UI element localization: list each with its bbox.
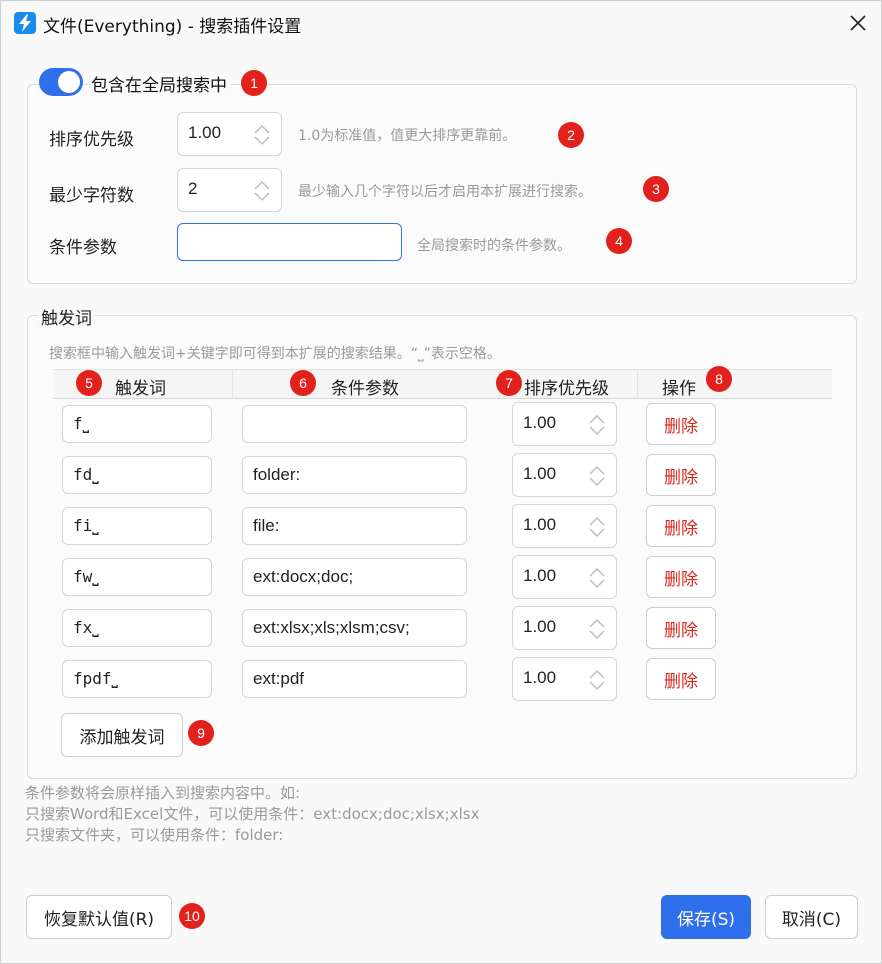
chevron-up-down-icon[interactable]: [588, 516, 606, 538]
chevron-up-down-icon[interactable]: [253, 180, 271, 202]
annotation-badge-4: 4: [606, 228, 632, 254]
trigger-priority-spinbox[interactable]: 1.00: [512, 453, 617, 497]
annotation-badge-5: 5: [76, 370, 102, 396]
chevron-up-down-icon[interactable]: [588, 465, 606, 487]
delete-trigger-button[interactable]: 删除: [646, 658, 716, 700]
close-icon: [850, 15, 866, 31]
trigger-group-title: 触发词: [38, 304, 95, 329]
annotation-badge-10: 10: [179, 903, 205, 929]
condition-input[interactable]: [177, 223, 402, 261]
trigger-word-input[interactable]: [62, 405, 212, 443]
min-chars-label: 最少字符数: [49, 186, 134, 206]
min-chars-spinbox[interactable]: 2: [177, 168, 282, 212]
chevron-up-down-icon[interactable]: [253, 124, 271, 146]
trigger-priority-spinbox[interactable]: 1.00: [512, 504, 617, 548]
add-trigger-button[interactable]: 添加触发词: [61, 713, 183, 757]
toggle-knob: [58, 71, 80, 93]
chevron-up-down-icon[interactable]: [588, 669, 606, 691]
min-chars-hint: 最少输入几个字符以后才启用本扩展进行搜索。: [298, 184, 592, 200]
trigger-priority-value: 1.00: [523, 515, 557, 534]
chevron-up-down-icon[interactable]: [588, 618, 606, 640]
column-divider[interactable]: [232, 370, 233, 398]
chevron-up-down-icon[interactable]: [588, 567, 606, 589]
cancel-button[interactable]: 取消(C): [765, 895, 858, 939]
trigger-priority-value: 1.00: [523, 566, 557, 585]
column-header-trigger: 触发词: [115, 379, 166, 399]
chevron-up-down-icon[interactable]: [588, 414, 606, 436]
delete-trigger-button[interactable]: 删除: [646, 556, 716, 598]
trigger-condition-input[interactable]: [242, 405, 467, 443]
trigger-priority-spinbox[interactable]: 1.00: [512, 657, 617, 701]
annotation-badge-1: 1: [241, 70, 267, 96]
trigger-condition-input[interactable]: [242, 456, 467, 494]
trigger-word-input[interactable]: [62, 609, 212, 647]
annotation-badge-8: 8: [706, 366, 732, 392]
trigger-condition-input[interactable]: [242, 660, 467, 698]
priority-label: 排序优先级: [49, 130, 134, 150]
trigger-description: 搜索框中输入触发词+关键字即可得到本扩展的搜索结果。“⎵”表示空格。: [49, 346, 501, 362]
note-line-1: 条件参数将会原样插入到搜索内容中。如:: [25, 784, 301, 802]
column-header-action: 操作: [662, 379, 696, 399]
trigger-condition-input[interactable]: [242, 609, 467, 647]
delete-trigger-button[interactable]: 删除: [646, 403, 716, 445]
trigger-priority-value: 1.00: [523, 668, 557, 687]
annotation-badge-7: 7: [496, 370, 522, 396]
column-divider[interactable]: [637, 370, 638, 398]
window-title: 文件(Everything) - 搜索插件设置: [43, 17, 302, 37]
condition-hint: 全局搜索时的条件参数。: [417, 238, 571, 254]
close-button[interactable]: [841, 7, 875, 39]
trigger-priority-spinbox[interactable]: 1.00: [512, 555, 617, 599]
trigger-word-input[interactable]: [62, 456, 212, 494]
trigger-priority-spinbox[interactable]: 1.00: [512, 402, 617, 446]
column-header-condition: 条件参数: [331, 379, 399, 399]
priority-hint: 1.0为标准值，值更大排序更靠前。: [298, 128, 517, 144]
annotation-badge-2: 2: [558, 122, 584, 148]
priority-spinbox[interactable]: 1.00: [177, 112, 282, 156]
trigger-priority-value: 1.00: [523, 413, 557, 432]
column-header-priority: 排序优先级: [524, 379, 609, 399]
trigger-word-input[interactable]: [62, 507, 212, 545]
trigger-word-input[interactable]: [62, 558, 212, 596]
delete-trigger-button[interactable]: 删除: [646, 454, 716, 496]
delete-trigger-button[interactable]: 删除: [646, 505, 716, 547]
priority-value: 1.00: [188, 123, 222, 142]
settings-dialog: 文件(Everything) - 搜索插件设置 包含在全局搜索中 1 排序优先级…: [0, 0, 882, 964]
trigger-condition-input[interactable]: [242, 507, 467, 545]
trigger-condition-input[interactable]: [242, 558, 467, 596]
min-chars-value: 2: [188, 179, 198, 198]
include-global-search-toggle[interactable]: [39, 68, 83, 96]
note-line-3: 只搜索文件夹，可以使用条件：folder:: [25, 826, 284, 844]
include-global-search-label: 包含在全局搜索中: [91, 71, 231, 96]
lightning-bolt-icon: [14, 12, 36, 34]
trigger-word-input[interactable]: [62, 660, 212, 698]
save-button[interactable]: 保存(S): [661, 895, 751, 939]
annotation-badge-6: 6: [290, 370, 316, 396]
trigger-priority-spinbox[interactable]: 1.00: [512, 606, 617, 650]
title-bar: 文件(Everything) - 搜索插件设置: [1, 1, 881, 45]
annotation-badge-9: 9: [188, 720, 214, 746]
note-line-2: 只搜索Word和Excel文件，可以使用条件：ext:docx;doc;xlsx…: [25, 805, 480, 823]
annotation-badge-3: 3: [643, 176, 669, 202]
condition-label: 条件参数: [49, 238, 117, 258]
trigger-priority-value: 1.00: [523, 464, 557, 483]
trigger-priority-value: 1.00: [523, 617, 557, 636]
delete-trigger-button[interactable]: 删除: [646, 607, 716, 649]
reset-defaults-button[interactable]: 恢复默认值(R): [26, 895, 172, 939]
